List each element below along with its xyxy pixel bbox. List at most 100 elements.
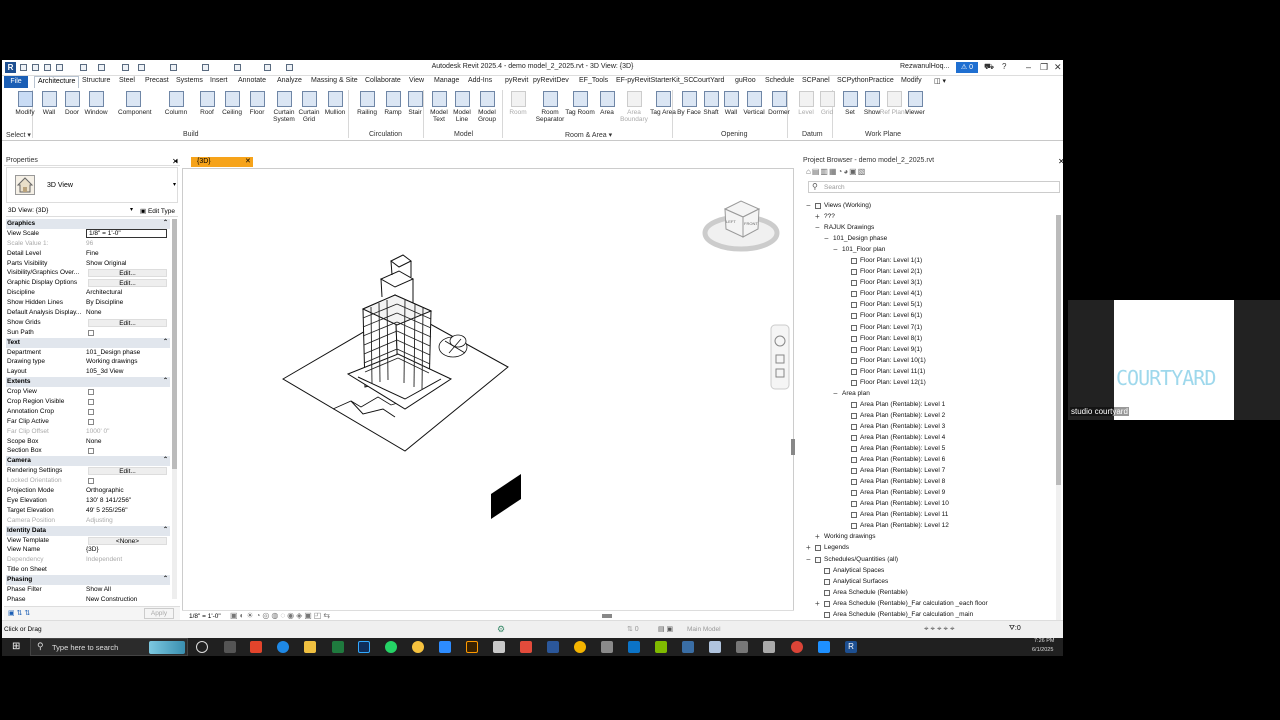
tabs-arrow-icon[interactable]: ◂ <box>174 157 178 165</box>
app-icon[interactable] <box>763 641 775 653</box>
collapse-icon[interactable]: ⌃ <box>163 377 168 387</box>
maximize-icon[interactable]: ❐ <box>1040 62 1048 73</box>
window-button[interactable]: Window <box>81 91 111 116</box>
property-section[interactable]: Phasing ⌃ <box>6 575 170 585</box>
browser-item[interactable]: Analytical Spaces <box>806 565 1054 576</box>
browser-item[interactable]: Area Plan (Rentable): Level 12 <box>806 520 1054 531</box>
property-section[interactable]: Graphics ⌃ <box>6 219 170 229</box>
browser-item[interactable]: Area Schedule (Rentable)_Far calculation… <box>806 609 1054 620</box>
browser-item[interactable]: + Legends <box>806 542 1054 553</box>
illustrator-icon[interactable] <box>466 641 478 653</box>
tab-scpanel[interactable]: SCPanel <box>802 77 830 84</box>
property-value[interactable]: By Discipline <box>86 298 167 307</box>
browser-item[interactable]: Area Plan (Rentable): Level 9 <box>806 487 1054 498</box>
view-control-icons[interactable]: ▣◐☀◔◎◍◌◉◈▣◰⇆ <box>230 611 332 620</box>
collapse-icon[interactable]: − <box>824 233 831 244</box>
tab-collaborate[interactable]: Collaborate <box>365 77 401 84</box>
chevron-down-icon[interactable]: ▾ <box>130 206 133 213</box>
tab-analyze[interactable]: Analyze <box>277 77 302 84</box>
property-value[interactable]: Show Original <box>86 259 167 268</box>
property-value[interactable]: Architectural <box>86 288 167 297</box>
app-icon[interactable] <box>493 641 505 653</box>
room-button[interactable]: Room <box>503 91 533 116</box>
worksharing-icon[interactable]: ⚙ <box>497 624 505 635</box>
browser-item[interactable]: Floor Plan: Level 9(1) <box>806 344 1054 355</box>
browser-item[interactable]: − RAJUK Drawings <box>806 222 1054 233</box>
panel-label[interactable]: Model <box>454 131 473 138</box>
component-button[interactable]: Component <box>118 91 152 116</box>
edge-icon[interactable] <box>277 641 289 653</box>
browser-item[interactable]: Floor Plan: Level 4(1) <box>806 288 1054 299</box>
property-value[interactable]: 130' 8 141/256" <box>86 496 167 505</box>
panel-label[interactable]: Room & Area ▾ <box>565 131 612 139</box>
taskbar-search-input[interactable]: ⚲ Type here to search <box>30 638 188 656</box>
property-checkbox[interactable] <box>88 478 94 485</box>
horizontal-scrollbar[interactable] <box>602 614 612 618</box>
collapse-icon[interactable]: − <box>815 222 822 233</box>
browser-item[interactable]: + Working drawings <box>806 531 1054 542</box>
collapse-icon[interactable]: ⌃ <box>163 575 168 585</box>
browser-item[interactable]: − Views (Working) <box>806 200 1054 211</box>
app-icon[interactable] <box>250 641 262 653</box>
app-icon[interactable] <box>736 641 748 653</box>
viewcube-front[interactable]: FRONT <box>744 221 758 226</box>
browser-item[interactable]: Floor Plan: Level 10(1) <box>806 355 1054 366</box>
property-section[interactable]: Identity Data ⌃ <box>6 525 170 536</box>
3d-view-canvas[interactable]: LEFT FRONT <box>182 168 795 612</box>
browser-item[interactable]: Area Plan (Rentable): Level 4 <box>806 432 1054 443</box>
instance-selector[interactable]: 3D View: {3D} ▾ ▣ Edit Type <box>6 205 178 217</box>
clock-time[interactable]: 7:26 PM <box>1034 638 1054 644</box>
browser-item[interactable]: Floor Plan: Level 1(1) <box>806 255 1054 266</box>
selection-icons[interactable]: ⌖⌖⌖⌖⌖ <box>924 624 957 634</box>
browser-item[interactable]: Floor Plan: Level 8(1) <box>806 333 1054 344</box>
tag-room-button[interactable]: Tag Room <box>565 91 595 116</box>
whatsapp-icon[interactable] <box>385 641 397 653</box>
property-checkbox[interactable] <box>88 399 94 406</box>
browser-scrollbar[interactable] <box>1056 215 1061 635</box>
filter-count[interactable]: ⛛:0 <box>1009 625 1021 633</box>
browser-item[interactable]: Analytical Surfaces <box>806 576 1054 587</box>
collapse-icon[interactable]: ⌃ <box>163 219 168 229</box>
file-explorer-icon[interactable] <box>304 641 316 653</box>
area-button[interactable]: Area <box>592 91 622 116</box>
browser-item[interactable]: Area Plan (Rentable): Level 1 <box>806 399 1054 410</box>
property-value[interactable]: None <box>86 308 167 317</box>
collapse-icon[interactable]: − <box>806 554 813 565</box>
view-scale[interactable]: 1/8" = 1'-0" <box>189 613 221 620</box>
tab-precast[interactable]: Precast <box>145 77 169 84</box>
expand-icon[interactable]: + <box>815 531 822 542</box>
apply-button[interactable]: Apply <box>144 608 174 619</box>
chrome-icon[interactable] <box>574 641 586 653</box>
panel-label[interactable]: Datum <box>802 131 823 138</box>
property-value[interactable] <box>86 565 167 574</box>
column-button[interactable]: Column <box>161 91 191 116</box>
ribbon-options-icon[interactable]: ◫ ▾ <box>934 77 946 85</box>
app-icon[interactable] <box>601 641 613 653</box>
task-view-icon[interactable] <box>224 641 236 653</box>
property-checkbox[interactable] <box>88 329 94 336</box>
browser-item[interactable]: + Area Schedule (Rentable)_Far calculatio… <box>806 598 1054 609</box>
browser-item[interactable]: Area Plan (Rentable): Level 8 <box>806 476 1054 487</box>
property-value[interactable]: {3D} <box>86 545 167 554</box>
tab-scpythonpractice[interactable]: SCPythonPractice <box>837 77 894 84</box>
property-value[interactable]: Show All <box>86 585 167 594</box>
browser-item[interactable]: Floor Plan: Level 5(1) <box>806 299 1054 310</box>
browser-item[interactable]: Area Plan (Rentable): Level 7 <box>806 465 1054 476</box>
design-options-icon[interactable]: ▤ ▣ <box>658 625 673 633</box>
warnings-badge[interactable]: ⚠ 0 <box>956 62 978 73</box>
collapse-icon[interactable]: − <box>806 200 813 211</box>
property-value[interactable]: 1000' 0" <box>86 427 167 436</box>
close-icon[interactable]: ✕ <box>245 157 251 167</box>
browser-item[interactable]: Floor Plan: Level 11(1) <box>806 366 1054 377</box>
expand-icon[interactable]: + <box>815 598 822 609</box>
browser-tool-icons[interactable]: ⌂▤▥▦◔◕▣▧ <box>806 167 866 176</box>
expand-icon[interactable]: + <box>806 542 813 553</box>
panel-label[interactable]: Circulation <box>369 131 402 138</box>
cart-icon[interactable]: ⛟ <box>984 62 994 72</box>
emoji-icon[interactable] <box>412 641 424 653</box>
browser-item[interactable]: − Area plan <box>806 388 1054 399</box>
type-selector[interactable]: 3D View ▾ <box>6 167 178 203</box>
property-checkbox[interactable] <box>88 408 94 415</box>
browser-item[interactable]: Area Plan (Rentable): Level 10 <box>806 498 1054 509</box>
property-value[interactable]: New Construction <box>86 595 167 604</box>
